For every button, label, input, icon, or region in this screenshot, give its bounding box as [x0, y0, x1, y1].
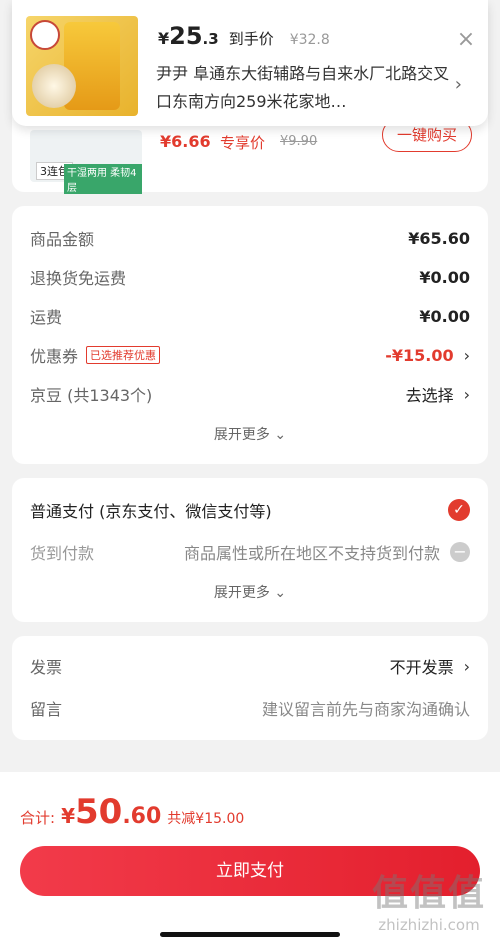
price-label: 到手价 [228, 30, 274, 48]
price-tag: 专享价 [220, 134, 266, 152]
home-indicator[interactable] [160, 932, 340, 937]
coupon-badge: 已选推荐优惠 [86, 346, 161, 364]
total-amount: 合计: ¥ 50 .60 共减¥15.00 [20, 792, 244, 832]
invoice-row[interactable]: 发票 不开发票 › [30, 654, 470, 678]
product-price: ¥6.66 [160, 132, 211, 151]
chevron-right-icon: › [463, 384, 470, 404]
summary-row-return-shipping: 退换货免运费 ¥0.00 [30, 265, 470, 289]
summary-row-goods: 商品金额 ¥65.60 [30, 226, 470, 250]
old-price: ¥32.8 [289, 32, 330, 48]
brand-logo [30, 20, 60, 50]
summary-label: 京豆 (共1343个) [30, 386, 153, 405]
summary-label: 优惠券 [30, 347, 79, 366]
summary-row-shipping: 运费 ¥0.00 [30, 304, 470, 328]
popup-price: ¥ 25 .3 到手价 ¥32.8 [158, 22, 330, 50]
chevron-right-icon: › [463, 656, 470, 676]
product-old-price: ¥9.90 [280, 134, 318, 149]
product-image[interactable]: 3连包 干湿两用 柔韧4层 [30, 130, 142, 194]
note-row[interactable]: 留言 建议留言前先与商家沟通确认 [30, 696, 470, 720]
invoice-label: 发票 [30, 658, 63, 677]
payment-method-label: 普通支付 (京东支付、微信支付等) [30, 502, 272, 521]
jingdou-select: 去选择 [405, 386, 454, 405]
note-label: 留言 [30, 700, 63, 719]
price-decimal: .3 [202, 30, 219, 48]
watermark-url: zhizhizhi.com [378, 916, 480, 934]
total-integer: 50 [74, 792, 123, 832]
price-currency: ¥ [158, 29, 170, 48]
expand-more-link[interactable]: 展开更多 ⌄ [12, 424, 488, 444]
invoice-value: 不开发票 [389, 658, 454, 677]
summary-label: 退换货免运费 [30, 269, 127, 288]
order-summary-card: 商品金额 ¥65.60 退换货免运费 ¥0.00 运费 ¥0.00 优惠券 已选… [12, 206, 488, 464]
total-decimal: .60 [122, 804, 162, 829]
close-icon[interactable]: × [454, 28, 478, 52]
watermark-logo: 值值值 [371, 873, 486, 914]
rice-bowl-image [32, 64, 76, 108]
summary-label: 运费 [30, 308, 63, 327]
payment-option-standard[interactable]: 普通支付 (京东支付、微信支付等) ✓ [30, 498, 470, 522]
disabled-icon: − [450, 542, 470, 562]
expand-more-link[interactable]: 展开更多 ⌄ [12, 582, 488, 602]
summary-row-jingdou[interactable]: 京豆 (共1343个) 去选择 › [30, 382, 470, 406]
product-thumbnail[interactable] [26, 16, 138, 116]
product-popup: ¥ 25 .3 到手价 ¥32.8 × 尹尹 阜通东大街辅路与自来水厂北路交叉口… [12, 0, 488, 126]
summary-value: ¥0.00 [419, 306, 470, 326]
payment-card: 普通支付 (京东支付、微信支付等) ✓ 货到付款 商品属性或所在地区不支持货到付… [12, 478, 488, 622]
cod-label: 货到付款 [30, 544, 95, 563]
summary-row-coupon[interactable]: 优惠券 已选推荐优惠 -¥15.00 › [30, 343, 470, 367]
summary-value: ¥0.00 [419, 267, 470, 287]
payment-option-cod: 货到付款 商品属性或所在地区不支持货到付款 − [30, 540, 470, 564]
summary-label: 商品金额 [30, 230, 95, 249]
cod-note: 商品属性或所在地区不支持货到付款 [183, 544, 440, 563]
check-icon[interactable]: ✓ [448, 499, 470, 521]
note-input[interactable]: 建议留言前先与商家沟通确认 [262, 696, 470, 720]
total-label: 合计: [20, 809, 56, 827]
invoice-card: 发票 不开发票 › 留言 建议留言前先与商家沟通确认 [12, 636, 488, 740]
total-currency: ¥ [61, 804, 75, 828]
chevron-right-icon: › [463, 345, 470, 365]
coupon-value: -¥15.00 [385, 345, 454, 365]
checkout-bar: 合计: ¥ 50 .60 共减¥15.00 立即支付 值值值 zhizhizhi… [0, 772, 500, 948]
chevron-right-icon[interactable]: › [455, 74, 462, 95]
feature-label: 干湿两用 柔韧4层 [64, 164, 142, 194]
discount-total: 共减¥15.00 [167, 811, 245, 827]
watermark: 值值值 zhizhizhi.com [372, 864, 486, 934]
summary-value: ¥65.60 [408, 228, 470, 248]
delivery-address[interactable]: 尹尹 阜通东大街辅路与自来水厂北路交叉口东南方向259米花家地… [156, 60, 452, 116]
price-integer: 25 [169, 22, 203, 50]
